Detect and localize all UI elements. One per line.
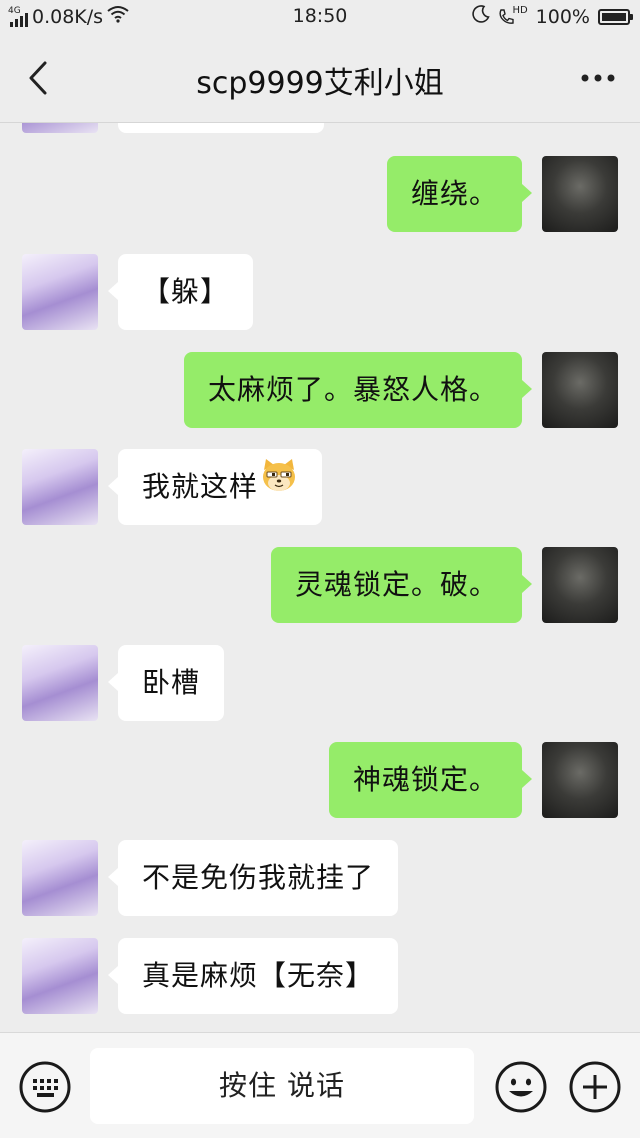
contact-avatar[interactable] [22, 840, 98, 916]
emoji-button[interactable] [494, 1060, 548, 1114]
dog-face-emoji [260, 447, 298, 523]
status-right: HD 100% [472, 5, 633, 28]
hd-call-icon: HD [498, 5, 528, 26]
hd-label: HD [512, 5, 528, 16]
message-bubble[interactable]: 不是免伤我就挂了 [107, 840, 399, 916]
message-row: 灵魂锁定。破。 [0, 547, 640, 623]
more-button[interactable] [576, 62, 620, 94]
back-button[interactable] [20, 56, 56, 100]
battery-icon [598, 8, 633, 25]
message-bubble[interactable]: 灵魂锁定。破。 [270, 547, 533, 623]
message-list[interactable]: 缠绕。 【躲】 太麻烦了。暴怒人格。 我就这样 灵魂锁定。破。 卧槽 神魂锁定。… [0, 123, 640, 1033]
message-bubble[interactable]: 真是麻烦【无奈】 [107, 938, 399, 1014]
message-row: 我就这样 [0, 449, 640, 525]
message-bubble[interactable]: 【躲】 [107, 254, 254, 330]
contact-avatar[interactable] [22, 645, 98, 721]
message-bubble[interactable]: 神魂锁定。 [328, 742, 533, 818]
message-bubble[interactable]: 缠绕。 [386, 156, 533, 232]
contact-avatar[interactable] [22, 254, 98, 330]
message-row: 真是麻烦【无奈】 [0, 938, 640, 1014]
chat-screen: 4G 0.08K/s 18:50 HD 100% scp9999艾利小姐 缠绕。… [0, 0, 640, 1138]
message-row: 神魂锁定。 [0, 742, 640, 818]
hold-to-talk-button[interactable]: 按住 说话 [90, 1048, 474, 1124]
keyboard-toggle-button[interactable] [18, 1060, 72, 1114]
message-bubble[interactable]: 我就这样 [107, 447, 323, 525]
more-functions-button[interactable] [568, 1060, 622, 1114]
message-row: 缠绕。 [0, 156, 640, 232]
more-icon [581, 74, 615, 82]
message-row: 卧槽 [0, 645, 640, 721]
self-avatar[interactable] [542, 156, 618, 232]
input-bar: 按住 说话 [0, 1032, 640, 1138]
self-avatar[interactable] [542, 742, 618, 818]
plus-icon [569, 1061, 621, 1113]
message-row: 不是免伤我就挂了 [0, 840, 640, 916]
message-row [0, 123, 640, 133]
message-row: 【躲】 [0, 254, 640, 330]
contact-avatar[interactable] [22, 938, 98, 1014]
back-arrow-icon [29, 61, 47, 95]
battery-percent: 100% [535, 5, 590, 28]
chat-title: scp9999艾利小姐 [196, 66, 444, 101]
self-avatar[interactable] [542, 547, 618, 623]
status-bar: 4G 0.08K/s 18:50 HD 100% [0, 0, 640, 34]
self-avatar[interactable] [542, 352, 618, 428]
message-bubble[interactable]: 卧槽 [107, 645, 225, 721]
keyboard-icon [19, 1061, 71, 1113]
contact-avatar[interactable] [22, 123, 98, 133]
emoji-icon [495, 1061, 547, 1113]
contact-avatar[interactable] [22, 449, 98, 525]
message-row: 太麻烦了。暴怒人格。 [0, 352, 640, 428]
message-bubble[interactable] [118, 123, 324, 133]
moon-icon [472, 5, 491, 28]
message-text: 我就这样 [142, 470, 259, 503]
chat-header: scp9999艾利小姐 [0, 34, 640, 123]
message-bubble[interactable]: 太麻烦了。暴怒人格。 [183, 352, 533, 428]
